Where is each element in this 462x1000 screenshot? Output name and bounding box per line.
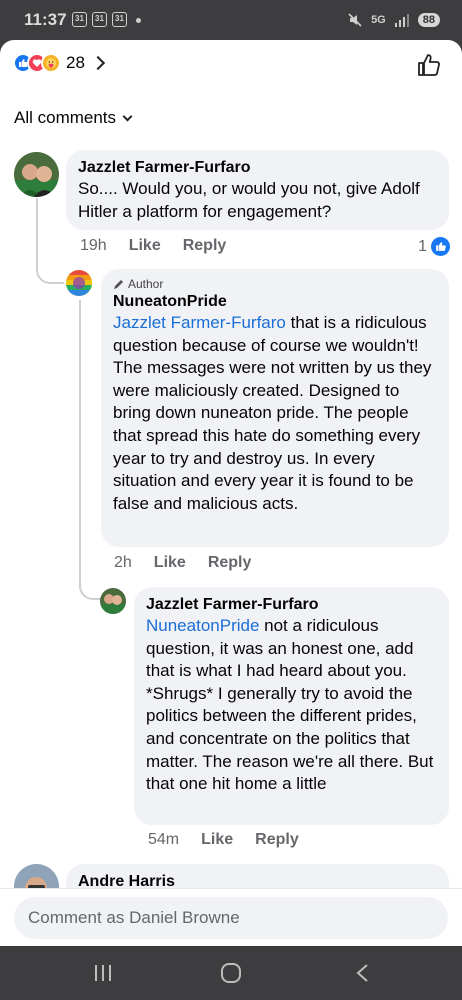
mention-link[interactable]: Jazzlet Farmer-Furfaro	[113, 313, 286, 332]
comment-bubble: Jazzlet Farmer-Furfaro NuneatonPride not…	[134, 587, 449, 825]
back-icon[interactable]	[352, 962, 374, 984]
comment-time[interactable]: 54m	[148, 831, 179, 849]
reply-button[interactable]: Reply	[183, 237, 227, 255]
like-thumb-icon[interactable]	[416, 52, 442, 78]
comment-author-name[interactable]: Jazzlet Farmer-Furfaro	[78, 158, 437, 178]
chevron-down-icon	[122, 111, 133, 121]
status-icons: 5G 88	[347, 11, 440, 29]
comment-text: NuneatonPride not a ridiculous question,…	[146, 616, 434, 794]
reaction-count: 28	[66, 53, 85, 72]
comment-actions: 54m Like Reply	[148, 831, 299, 849]
status-bar: 11:37 31 31 31 5G 88	[0, 0, 462, 40]
like-button[interactable]: Like	[201, 831, 233, 849]
comment-actions: 19h Like Reply	[80, 237, 226, 255]
comment-text: So.... Would you, or would you not, give…	[78, 179, 420, 221]
calendar-icon: 31	[92, 12, 107, 27]
reply-button[interactable]: Reply	[255, 831, 299, 849]
home-icon[interactable]	[220, 962, 242, 984]
comment-time[interactable]: 2h	[114, 554, 132, 572]
system-nav-bar	[0, 946, 462, 1000]
like-reaction-icon	[431, 237, 450, 256]
comment-composer-area: Comment as Daniel Browne	[0, 888, 462, 946]
comment-filter-dropdown[interactable]: All comments	[14, 108, 133, 128]
thread-connector	[79, 560, 101, 600]
status-time: 11:37	[24, 10, 67, 29]
thread-line	[79, 300, 81, 580]
comment-time[interactable]: 19h	[80, 237, 107, 255]
calendar-icon: 31	[72, 12, 87, 27]
comments-sheet: 28 All comments Jazzlet Farmer-Furfaro S…	[0, 40, 462, 946]
comment-actions: 2h Like Reply	[114, 554, 251, 572]
comment-bubble: Author NuneatonPride Jazzlet Farmer-Furf…	[101, 269, 449, 547]
like-button[interactable]: Like	[154, 554, 186, 572]
comment-filter-label: All comments	[14, 108, 117, 127]
notification-dot-icon	[136, 18, 141, 23]
chevron-right-icon	[90, 55, 105, 71]
author-badge: Author	[113, 277, 437, 291]
reactions-summary[interactable]: 28	[13, 53, 105, 73]
signal-icon	[394, 14, 409, 27]
avatar[interactable]	[14, 152, 59, 197]
comment-text: Jazzlet Farmer-Furfaro that is a ridicul…	[113, 313, 432, 513]
5g-icon: 5G	[371, 14, 386, 26]
thread-connector	[36, 240, 64, 284]
comment-author-name[interactable]: NuneatonPride	[113, 292, 437, 312]
pencil-icon	[114, 279, 123, 289]
recent-apps-icon[interactable]	[92, 962, 114, 984]
comment-author-name[interactable]: Jazzlet Farmer-Furfaro	[146, 595, 437, 615]
comment-like-count[interactable]: 1	[418, 237, 450, 256]
care-reaction-icon	[41, 53, 61, 73]
reply-button[interactable]: Reply	[208, 554, 252, 572]
mention-link[interactable]: NuneatonPride	[146, 616, 259, 635]
calendar-icon: 31	[112, 12, 127, 27]
comment-input[interactable]: Comment as Daniel Browne	[14, 897, 448, 939]
avatar[interactable]	[66, 270, 92, 296]
battery-icon: 88	[417, 13, 440, 27]
avatar[interactable]	[100, 588, 126, 614]
comment-bubble: Jazzlet Farmer-Furfaro So.... Would you,…	[66, 150, 449, 230]
like-button[interactable]: Like	[129, 237, 161, 255]
mute-icon	[348, 13, 362, 27]
like-count-value: 1	[418, 237, 427, 255]
